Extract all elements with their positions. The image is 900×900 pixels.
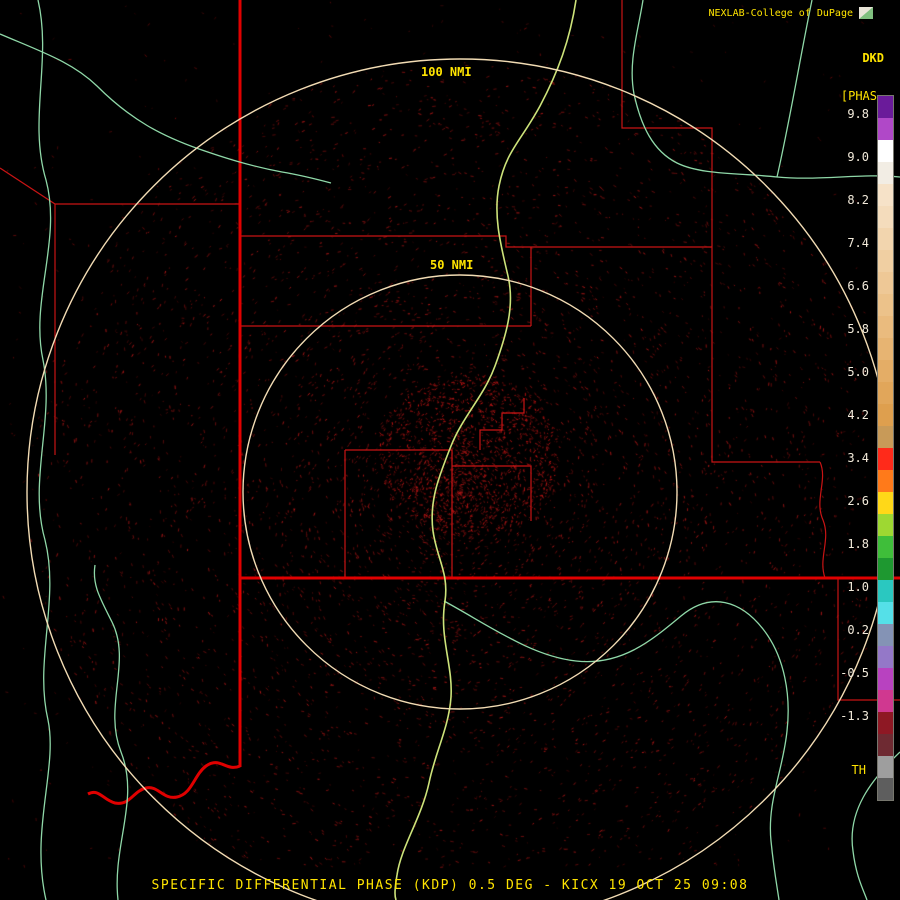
colorbar-tick: 3.4 [825, 452, 869, 465]
colorbar-tick: 4.2 [825, 409, 869, 422]
colorbar-segment [878, 228, 893, 250]
colorbar-segment [878, 404, 893, 426]
colorbar-segment [878, 602, 893, 624]
cod-logo-icon [858, 6, 874, 20]
colorbar-segment [878, 140, 893, 162]
colorbar-segment [878, 118, 893, 140]
colorbar-segment [878, 338, 893, 360]
colorbar [877, 95, 894, 801]
product-code: DKD [862, 52, 884, 65]
colorbar-segment [878, 756, 893, 778]
colorbar-segment [878, 250, 893, 272]
colorbar-segment [878, 624, 893, 646]
colorbar-tick: 8.2 [825, 194, 869, 207]
colorbar-tick: 9.8 [825, 108, 869, 121]
colorbar-tick: 9.0 [825, 151, 869, 164]
colorbar-bottom-label: TH [852, 764, 866, 777]
colorbar-tick: 5.0 [825, 366, 869, 379]
county-boundaries [0, 0, 900, 700]
range-ring-label-50nmi: 50 NMI [427, 259, 476, 272]
highways [0, 0, 900, 900]
colorbar-segment [878, 360, 893, 382]
colorbar-segment [878, 206, 893, 228]
colorbar-tick: -0.5 [825, 667, 869, 680]
colorbar-segment [878, 690, 893, 712]
colorbar-tick: 1.0 [825, 581, 869, 594]
range-ring-label-100nmi: 100 NMI [418, 66, 475, 79]
colorbar-segment [878, 668, 893, 690]
colorbar-tick: 7.4 [825, 237, 869, 250]
colorbar-tick: 0.2 [825, 624, 869, 637]
colorbar-segment [878, 646, 893, 668]
colorbar-tick: -1.3 [825, 710, 869, 723]
colorbar-segment [878, 734, 893, 756]
colorbar-segment [878, 272, 893, 294]
colorbar-segment [878, 382, 893, 404]
colorbar-tick: 6.6 [825, 280, 869, 293]
colorbar-segment [878, 448, 893, 470]
map-overlay-layer [0, 0, 900, 900]
attribution: NEXLAB-College of DuPage [709, 6, 875, 20]
attribution-text: NEXLAB-College of DuPage [709, 8, 854, 19]
colorbar-segment [878, 426, 893, 448]
colorbar-segment [878, 536, 893, 558]
colorbar-segment [878, 492, 893, 514]
radar-display: 100 NMI 50 NMI NEXLAB-College of DuPage … [0, 0, 900, 900]
colorbar-segment [878, 96, 893, 118]
colorbar-tick: 1.8 [825, 538, 869, 551]
colorbar-segment [878, 558, 893, 580]
colorbar-tick: 5.8 [825, 323, 869, 336]
units-label: [PHAS [841, 90, 877, 103]
colorbar-segment [878, 514, 893, 536]
colorbar-segment [878, 162, 893, 184]
product-caption: SPECIFIC DIFFERENTIAL PHASE (KDP) 0.5 DE… [152, 879, 749, 893]
colorbar-segment [878, 294, 893, 316]
colorbar-segment [878, 778, 893, 800]
colorbar-segment [878, 580, 893, 602]
colorbar-segment [878, 316, 893, 338]
colorbar-segment [878, 184, 893, 206]
colorbar-segment [878, 712, 893, 734]
colorbar-segment [878, 470, 893, 492]
state-borders [88, 0, 900, 803]
colorbar-tick: 2.6 [825, 495, 869, 508]
range-rings [27, 59, 893, 900]
